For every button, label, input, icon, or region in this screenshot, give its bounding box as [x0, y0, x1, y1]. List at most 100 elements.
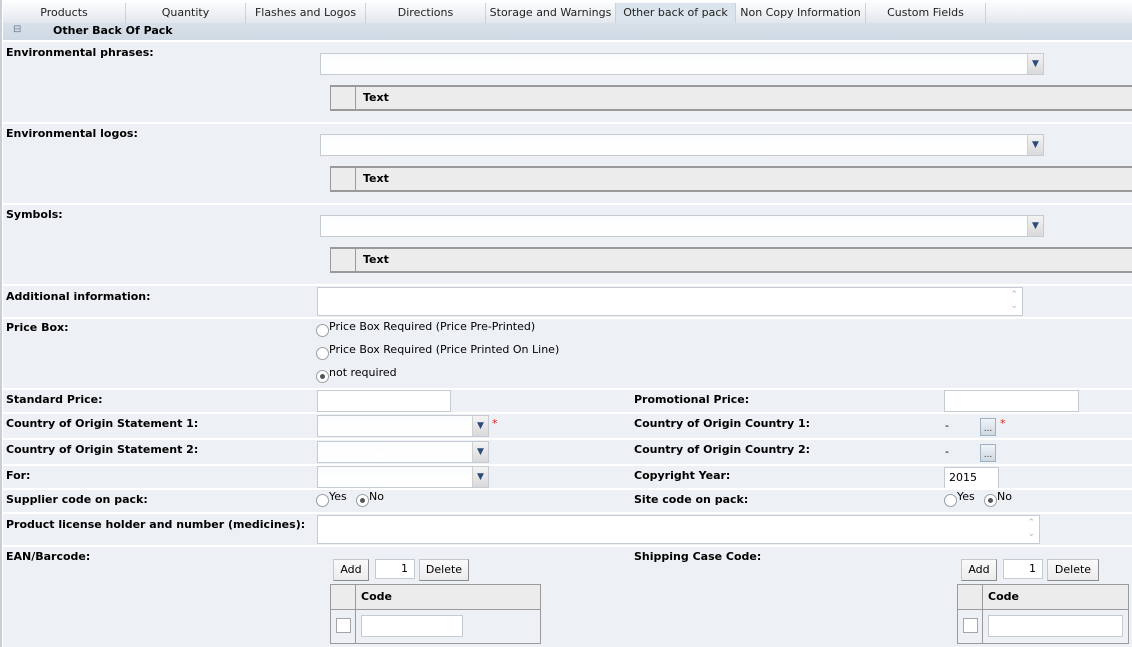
chevron-down-icon[interactable]: ▼ [472, 442, 488, 462]
price-box-label: Price Box: [6, 321, 69, 334]
radio-button-checked[interactable] [316, 370, 329, 383]
section-header: ⊟ Other Back Of Pack [3, 23, 1132, 40]
product-license-textarea[interactable]: ⌃ ⌄ [317, 515, 1040, 544]
promotional-price-input[interactable] [944, 390, 1079, 412]
chevron-down-icon[interactable]: ▼ [1027, 216, 1043, 236]
promotional-price-label: Promotional Price: [634, 393, 750, 406]
select-column [331, 168, 356, 190]
row-checkbox[interactable] [963, 618, 978, 633]
radio-label: No [997, 490, 1012, 503]
coo-statement-1-select[interactable]: ▼ [317, 415, 489, 437]
tab-custom-fields[interactable]: Custom Fields [866, 3, 986, 23]
symbols-label: Symbols: [6, 208, 63, 221]
chevron-down-icon[interactable]: ▼ [472, 416, 488, 436]
tab-other-back-of-pack[interactable]: Other back of pack [616, 3, 736, 23]
collapse-icon[interactable]: ⊟ [13, 24, 21, 35]
coo-country-2-lookup-button[interactable]: ... [980, 444, 996, 462]
site-code-no[interactable]: No [984, 490, 1012, 507]
coo-country-1-value: - [945, 419, 949, 432]
coo-country-1-lookup-button[interactable]: ... [980, 418, 996, 436]
section-title: Other Back Of Pack [53, 24, 173, 37]
radio-label: Yes [329, 490, 347, 503]
standard-price-label: Standard Price: [6, 393, 103, 406]
tab-bar: Products Quantity Flashes and Logos Dire… [3, 0, 1132, 23]
row-checkbox[interactable] [336, 618, 351, 633]
text-column-header: Text [363, 91, 389, 104]
symbols-row: Symbols: ▼ Text [3, 203, 1132, 284]
coo-statement-2-label: Country of Origin Statement 2: [6, 443, 199, 456]
radio-button-checked[interactable] [356, 494, 369, 507]
coo-statement-1-label: Country of Origin Statement 1: [6, 417, 199, 430]
env-phrases-label: Environmental phrases: [6, 46, 154, 59]
for-row: For: ▼ Copyright Year: 2015 [3, 464, 1132, 489]
for-label: For: [6, 469, 31, 482]
select-column [331, 249, 356, 271]
codes-row: EAN/Barcode: Add 1 Delete Code Shipping … [3, 545, 1132, 647]
price-box-row: Price Box: Price Box Required (Price Pre… [3, 317, 1132, 388]
coo-statement-2-select[interactable]: ▼ [317, 441, 489, 463]
ean-add-button[interactable]: Add [333, 559, 369, 581]
shipping-add-button[interactable]: Add [961, 559, 997, 581]
symbols-select[interactable]: ▼ [320, 215, 1044, 237]
standard-price-input[interactable] [317, 390, 451, 412]
select-column [331, 87, 356, 109]
tab-flashes-and-logos[interactable]: Flashes and Logos [246, 3, 366, 23]
radio-button[interactable] [316, 347, 329, 360]
scroll-arrows-icon[interactable]: ⌃ ⌄ [1010, 290, 1018, 312]
radio-label: Price Box Required (Price Printed On Lin… [329, 343, 560, 356]
chevron-down-icon[interactable]: ▼ [472, 467, 488, 487]
price-box-option-pre-printed[interactable]: Price Box Required (Price Pre-Printed) [316, 320, 535, 337]
radio-label: not required [329, 366, 397, 379]
price-box-option-printed-on-line[interactable]: Price Box Required (Price Printed On Lin… [316, 343, 559, 360]
grid-divider [355, 585, 356, 643]
ean-delete-button[interactable]: Delete [419, 559, 469, 581]
coo-country-1-label: Country of Origin Country 1: [634, 417, 811, 430]
supplier-code-label: Supplier code on pack: [6, 493, 148, 506]
radio-button[interactable] [316, 494, 329, 507]
tab-storage-and-warnings[interactable]: Storage and Warnings [486, 3, 616, 23]
product-license-row: Product license holder and number (medic… [3, 512, 1132, 545]
for-select[interactable]: ▼ [317, 466, 489, 488]
shipping-delete-button[interactable]: Delete [1047, 559, 1099, 581]
env-logos-select[interactable]: ▼ [320, 134, 1044, 156]
shipping-code-input[interactable] [988, 615, 1123, 637]
radio-label: No [369, 490, 384, 503]
coo-country-2-value: - [945, 445, 949, 458]
grid-divider [982, 585, 983, 643]
product-license-label: Product license holder and number (medic… [6, 518, 306, 531]
scroll-arrows-icon[interactable]: ⌃ ⌄ [1027, 518, 1035, 540]
tab-non-copy-information[interactable]: Non Copy Information [736, 3, 866, 23]
shipping-grid-header [958, 585, 1128, 610]
radio-button[interactable] [944, 494, 957, 507]
copyright-year-input[interactable]: 2015 [944, 467, 999, 489]
supplier-code-yes[interactable]: Yes [316, 490, 347, 507]
ean-label: EAN/Barcode: [6, 550, 91, 563]
tab-quantity[interactable]: Quantity [126, 3, 246, 23]
env-phrases-select[interactable]: ▼ [320, 53, 1044, 75]
ean-grid: Code [330, 584, 541, 644]
coo-2-row: Country of Origin Statement 2: ▼ Country… [3, 438, 1132, 464]
shipping-count-input[interactable]: 1 [1003, 559, 1043, 579]
site-code-label: Site code on pack: [634, 493, 749, 506]
env-phrases-grid-header: Text [330, 85, 1132, 111]
copyright-year-label: Copyright Year: [634, 469, 731, 482]
price-row: Standard Price: Promotional Price: [3, 388, 1132, 412]
ean-count-input[interactable]: 1 [375, 559, 415, 579]
chevron-down-icon[interactable]: ▼ [1027, 135, 1043, 155]
radio-button[interactable] [316, 324, 329, 337]
code-on-pack-row: Supplier code on pack: Yes No Site code … [3, 488, 1132, 512]
tab-products[interactable]: Products [3, 3, 126, 23]
additional-info-textarea[interactable]: ⌃ ⌄ [317, 287, 1023, 316]
ean-code-input[interactable] [361, 615, 463, 637]
radio-button-checked[interactable] [984, 494, 997, 507]
price-box-option-not-required[interactable]: not required [316, 366, 397, 383]
shipping-case-label: Shipping Case Code: [634, 550, 762, 563]
tab-directions[interactable]: Directions [366, 3, 486, 23]
supplier-code-no[interactable]: No [356, 490, 384, 507]
site-code-yes[interactable]: Yes [944, 490, 975, 507]
symbols-grid-header: Text [330, 247, 1132, 273]
text-column-header: Text [363, 253, 389, 266]
additional-info-label: Additional information: [6, 290, 151, 303]
env-logos-label: Environmental logos: [6, 127, 138, 140]
chevron-down-icon[interactable]: ▼ [1027, 54, 1043, 74]
